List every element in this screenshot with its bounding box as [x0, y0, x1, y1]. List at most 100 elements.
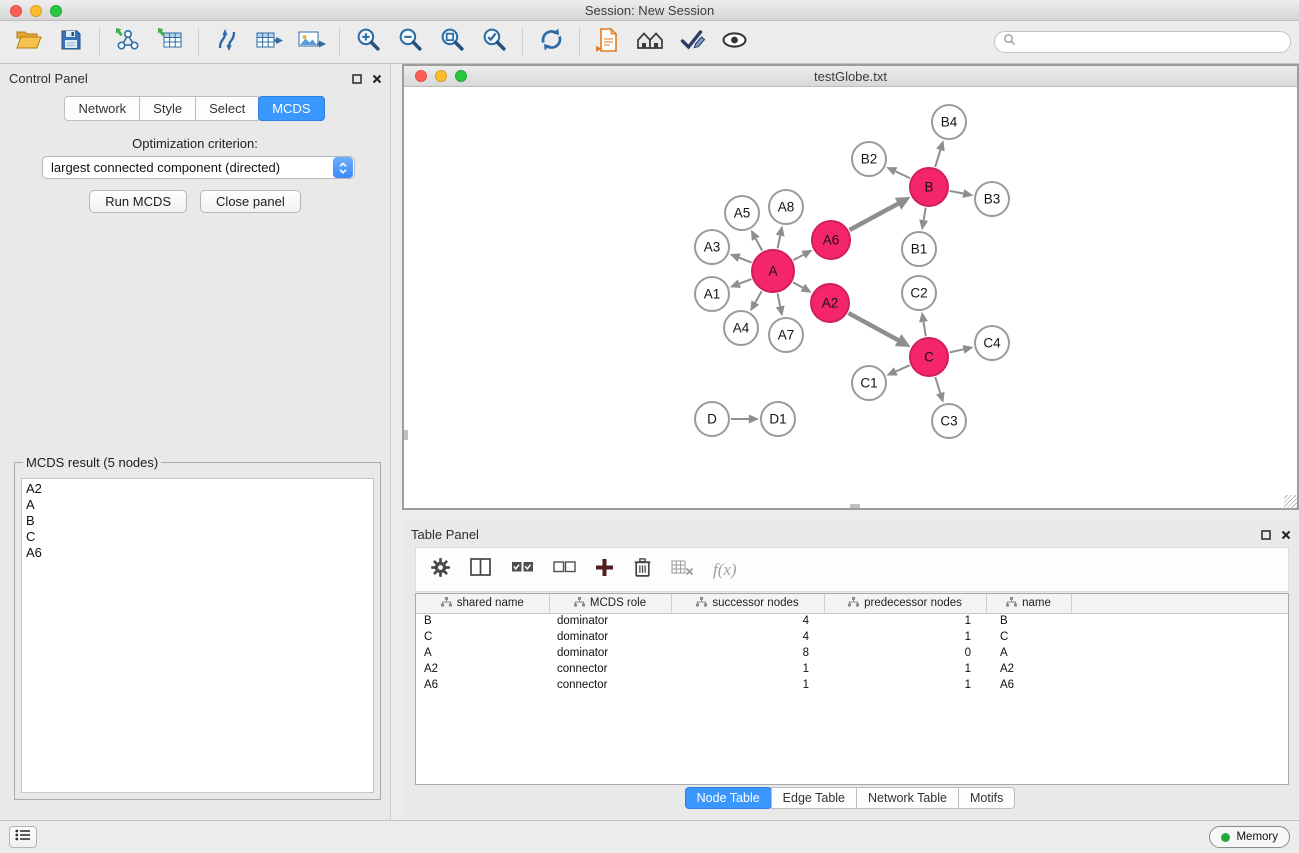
- graph-node-C2[interactable]: C2: [902, 276, 936, 310]
- graph-edge-A-A6[interactable]: [793, 250, 812, 260]
- deselect-all-button[interactable]: [553, 560, 576, 580]
- table-row[interactable]: Bdominator41B: [416, 613, 1288, 629]
- horizontal-scroll-indicator[interactable]: [850, 504, 860, 508]
- table-row[interactable]: A6connector11A6: [416, 677, 1288, 693]
- maximize-window-button[interactable]: [50, 5, 62, 17]
- graph-node-C1[interactable]: C1: [852, 366, 886, 400]
- graph-node-C3[interactable]: C3: [932, 404, 966, 438]
- delete-row-button[interactable]: [633, 557, 652, 583]
- graph-node-A7[interactable]: A7: [769, 318, 803, 352]
- float-table-panel-icon[interactable]: [1261, 527, 1271, 545]
- graph-edge-B-B2[interactable]: [886, 167, 910, 178]
- graph-node-B3[interactable]: B3: [975, 182, 1009, 216]
- run-mcds-button[interactable]: Run MCDS: [89, 190, 187, 213]
- criterion-dropdown[interactable]: largest connected component (directed): [42, 156, 355, 179]
- refresh-view-button[interactable]: [530, 24, 572, 60]
- network-maximize-button[interactable]: [455, 70, 467, 82]
- export-document-button[interactable]: [587, 24, 629, 60]
- search-box[interactable]: [994, 31, 1291, 53]
- mcds-result-list[interactable]: A2ABCA6: [21, 478, 374, 793]
- network-minimize-button[interactable]: [435, 70, 447, 82]
- search-input[interactable]: [1021, 35, 1282, 49]
- network-close-button[interactable]: [415, 70, 427, 82]
- graph-node-C4[interactable]: C4: [975, 326, 1009, 360]
- graph-edge-C-C1[interactable]: [886, 365, 909, 375]
- mcds-result-item[interactable]: C: [26, 529, 369, 545]
- minimize-window-button[interactable]: [30, 5, 42, 17]
- close-window-button[interactable]: [10, 5, 22, 17]
- mcds-result-item[interactable]: A2: [26, 481, 369, 497]
- tab-node-table[interactable]: Node Table: [685, 787, 772, 809]
- graph-edge-A-A8[interactable]: [776, 226, 785, 249]
- graph-node-B[interactable]: B: [910, 168, 948, 206]
- graph-node-B2[interactable]: B2: [852, 142, 886, 176]
- column-settings-button[interactable]: [430, 557, 451, 583]
- tab-style[interactable]: Style: [139, 96, 196, 121]
- open-file-button[interactable]: [8, 24, 50, 60]
- delete-table-button[interactable]: [671, 559, 694, 581]
- select-all-button[interactable]: [511, 560, 534, 580]
- export-image-button[interactable]: [290, 24, 332, 60]
- graph-node-A8[interactable]: A8: [769, 190, 803, 224]
- mcds-result-item[interactable]: A: [26, 497, 369, 513]
- tab-mcds[interactable]: MCDS: [258, 96, 324, 121]
- close-panel-button[interactable]: Close panel: [200, 190, 301, 213]
- add-row-button[interactable]: [595, 558, 614, 582]
- graph-edge-C-C2[interactable]: [919, 312, 928, 336]
- table-row[interactable]: Adominator80A: [416, 645, 1288, 661]
- zoom-in-button[interactable]: [347, 24, 389, 60]
- function-builder-button[interactable]: f(x): [713, 560, 737, 580]
- close-table-panel-icon[interactable]: [1281, 527, 1291, 545]
- graph-edge-B-B3[interactable]: [950, 189, 974, 198]
- graph-node-A1[interactable]: A1: [695, 277, 729, 311]
- import-table-button[interactable]: [149, 24, 191, 60]
- graph-edge-A-A7[interactable]: [776, 294, 785, 317]
- graph-edge-A6-B[interactable]: [849, 197, 910, 230]
- apply-style-button[interactable]: [671, 24, 713, 60]
- vertical-scroll-indicator[interactable]: [404, 430, 408, 440]
- show-hide-button[interactable]: [713, 24, 755, 60]
- show-panels-button[interactable]: [9, 826, 37, 848]
- network-canvas[interactable]: B4B2BB3A5A8A6B1A3AC2A1A2A4A7C4CC1C3DD1: [404, 87, 1297, 508]
- graph-node-D1[interactable]: D1: [761, 402, 795, 436]
- graph-node-A[interactable]: A: [752, 250, 794, 292]
- column-header-successor-nodes[interactable]: successor nodes: [671, 594, 824, 613]
- graph-node-A5[interactable]: A5: [725, 196, 759, 230]
- graph-edge-D-D1[interactable]: [731, 415, 759, 424]
- zoom-out-button[interactable]: [389, 24, 431, 60]
- float-panel-icon[interactable]: [352, 71, 362, 89]
- tab-network[interactable]: Network: [64, 96, 140, 121]
- graph-node-A6[interactable]: A6: [812, 221, 850, 259]
- graph-node-D[interactable]: D: [695, 402, 729, 436]
- save-session-button[interactable]: [50, 24, 92, 60]
- column-header-predecessor-nodes[interactable]: predecessor nodes: [824, 594, 986, 613]
- graph-edge-A-A1[interactable]: [730, 279, 752, 288]
- column-header-name[interactable]: name: [986, 594, 1071, 613]
- tab-motifs[interactable]: Motifs: [958, 787, 1015, 809]
- graph-node-B1[interactable]: B1: [902, 232, 936, 266]
- graph-edge-A-A2[interactable]: [793, 282, 812, 292]
- tab-select[interactable]: Select: [195, 96, 259, 121]
- graph-node-C[interactable]: C: [910, 338, 948, 376]
- graph-edge-C-C4[interactable]: [949, 345, 973, 354]
- tab-edge-table[interactable]: Edge Table: [771, 787, 857, 809]
- zoom-fit-button[interactable]: [431, 24, 473, 60]
- column-header-MCDS-role[interactable]: MCDS role: [549, 594, 671, 613]
- graph-node-A3[interactable]: A3: [695, 230, 729, 264]
- graph-edge-A2-C[interactable]: [848, 313, 910, 347]
- graph-edge-C-C3[interactable]: [935, 377, 944, 403]
- graph-node-B4[interactable]: B4: [932, 105, 966, 139]
- graph-edge-A-A5[interactable]: [751, 230, 762, 251]
- mcds-result-item[interactable]: A6: [26, 545, 369, 561]
- column-header-shared-name[interactable]: shared name: [416, 594, 549, 613]
- import-network-button[interactable]: [107, 24, 149, 60]
- export-table-button[interactable]: [248, 24, 290, 60]
- graph-node-A4[interactable]: A4: [724, 311, 758, 345]
- zoom-selected-button[interactable]: [473, 24, 515, 60]
- memory-button[interactable]: Memory: [1209, 826, 1290, 848]
- graph-edge-A-A3[interactable]: [730, 254, 752, 263]
- graph-edge-A-A4[interactable]: [750, 291, 761, 311]
- mcds-result-item[interactable]: B: [26, 513, 369, 529]
- merge-networks-button[interactable]: [206, 24, 248, 60]
- table-row[interactable]: A2connector11A2: [416, 661, 1288, 677]
